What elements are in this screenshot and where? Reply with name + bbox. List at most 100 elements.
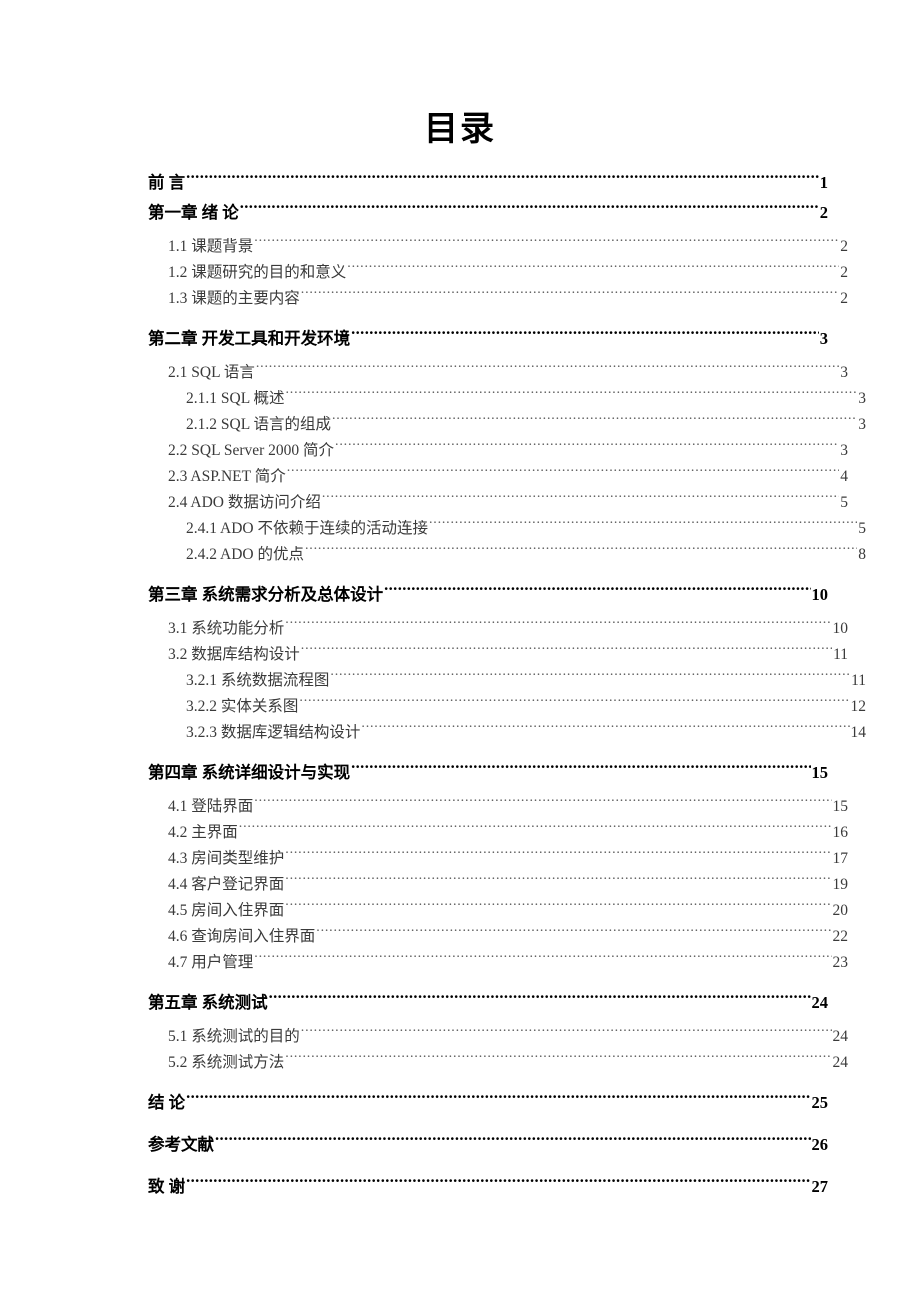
toc-entry[interactable]: 2.4.1 ADO 不依赖于连续的活动连接...................… xyxy=(186,516,866,542)
toc-dot-leader: ........................................… xyxy=(285,899,832,910)
toc-dot-leader: ........................................… xyxy=(384,583,811,595)
toc-entry[interactable]: 3.1 系统功能分析..............................… xyxy=(168,616,848,642)
toc-entry-label: 2.1 SQL 语言 xyxy=(168,364,255,381)
toc-page-number: 17 xyxy=(832,850,849,867)
toc-entry[interactable]: 第二章 开发工具和开发环境...........................… xyxy=(148,324,828,354)
toc-entry-label: 3.2.3 数据库逻辑结构设计 xyxy=(186,724,361,741)
toc-page-number: 11 xyxy=(833,646,848,663)
toc-page-number: 4 xyxy=(840,468,848,485)
toc-dot-leader: ........................................… xyxy=(238,821,832,832)
toc-dot-leader: ........................................… xyxy=(428,517,857,528)
toc-page-number: 2 xyxy=(840,290,848,307)
toc-page-number: 2 xyxy=(840,264,848,281)
document-page: 目录 前 言..................................… xyxy=(0,0,920,1302)
toc-entry[interactable]: 4.7 用户管理................................… xyxy=(168,950,848,976)
toc-entry[interactable]: 5.2 系统测试方法..............................… xyxy=(168,1050,848,1076)
toc-page-number: 11 xyxy=(851,672,866,689)
toc-entry-label: 1.2 课题研究的目的和意义 xyxy=(168,264,347,281)
toc-page-number: 10 xyxy=(811,585,829,604)
toc-entry[interactable]: 3.2 数据库结构设计.............................… xyxy=(168,642,848,668)
toc-page-number: 25 xyxy=(811,1093,829,1112)
toc-entry[interactable]: 4.6 查询房间入住界面............................… xyxy=(168,924,848,950)
toc-entry[interactable]: 3.2.3 数据库逻辑结构设计.........................… xyxy=(186,720,866,746)
toc-entry[interactable]: 1.2 课题研究的目的和意义..........................… xyxy=(168,260,848,286)
toc-entry[interactable]: 2.1 SQL 语言..............................… xyxy=(168,360,848,386)
toc-entry-label: 3.1 系统功能分析 xyxy=(168,620,285,637)
toc-entry[interactable]: 4.3 房间类型维护..............................… xyxy=(168,846,848,872)
toc-entry-label: 3.2.2 实体关系图 xyxy=(186,698,299,715)
toc-dot-leader: ........................................… xyxy=(186,1091,811,1103)
toc-entry[interactable]: 5.1 系统测试的目的.............................… xyxy=(168,1024,848,1050)
toc-entry-label: 4.1 登陆界面 xyxy=(168,798,254,815)
toc-entry[interactable]: 1.3 课题的主要内容.............................… xyxy=(168,286,848,312)
toc-dot-leader: ........................................… xyxy=(331,413,858,424)
toc-page-number: 10 xyxy=(832,620,849,637)
toc-page-number: 1 xyxy=(819,173,828,192)
toc-entry[interactable]: 致 谢.....................................… xyxy=(148,1172,828,1202)
toc-dot-leader: ........................................… xyxy=(255,361,839,372)
toc-entry[interactable]: 4.4 客户登记界面..............................… xyxy=(168,872,848,898)
toc-dot-leader: ........................................… xyxy=(304,543,858,554)
toc-page-number: 16 xyxy=(832,824,849,841)
toc-dot-leader: ........................................… xyxy=(239,201,819,213)
toc-dot-leader: ........................................… xyxy=(285,1051,832,1062)
toc-entry[interactable]: 2.1.2 SQL 语言的组成.........................… xyxy=(186,412,866,438)
toc-dot-leader: ........................................… xyxy=(351,327,819,339)
toc-entry-label: 2.1.2 SQL 语言的组成 xyxy=(186,416,331,433)
toc-dot-leader: ........................................… xyxy=(300,1025,832,1036)
toc-page-number: 5 xyxy=(858,520,866,537)
toc-dot-leader: ........................................… xyxy=(285,387,858,398)
toc-entry[interactable]: 2.2 SQL Server 2000 简介..................… xyxy=(168,438,848,464)
toc-dot-leader: ........................................… xyxy=(268,991,811,1003)
toc-page-number: 3 xyxy=(819,329,828,348)
toc-entry-label: 2.4 ADO 数据访问介绍 xyxy=(168,494,321,511)
toc-entry[interactable]: 2.4.2 ADO 的优点...........................… xyxy=(186,542,866,568)
toc-page-number: 24 xyxy=(832,1054,849,1071)
toc-entry-label: 2.3 ASP.NET 简介 xyxy=(168,468,286,485)
toc-entry-label: 4.4 客户登记界面 xyxy=(168,876,285,893)
toc-entry[interactable]: 前 言.....................................… xyxy=(148,168,828,198)
toc-dot-leader: ........................................… xyxy=(285,847,832,858)
toc-dot-leader: ........................................… xyxy=(361,721,849,732)
toc-entry[interactable]: 4.1 登陆界面................................… xyxy=(168,794,848,820)
toc-entry[interactable]: 1.1 课题背景................................… xyxy=(168,234,848,260)
toc-entry-label: 2.2 SQL Server 2000 简介 xyxy=(168,442,335,459)
toc-dot-leader: ........................................… xyxy=(347,261,839,272)
toc-entry-label: 4.6 查询房间入住界面 xyxy=(168,928,316,945)
toc-dot-leader: ........................................… xyxy=(254,235,840,246)
toc-entry[interactable]: 2.3 ASP.NET 简介..........................… xyxy=(168,464,848,490)
toc-entry[interactable]: 4.5 房间入住界面..............................… xyxy=(168,898,848,924)
toc-entry-label: 5.2 系统测试方法 xyxy=(168,1054,285,1071)
toc-entry[interactable]: 4.2 主界面.................................… xyxy=(168,820,848,846)
toc-entry[interactable]: 2.1.1 SQL 概述............................… xyxy=(186,386,866,412)
toc-page-number: 2 xyxy=(840,238,848,255)
toc-entry[interactable]: 3.2.1 系统数据流程图...........................… xyxy=(186,668,866,694)
table-of-contents: 前 言.....................................… xyxy=(148,168,866,1202)
toc-entry-label: 3.2.1 系统数据流程图 xyxy=(186,672,330,689)
toc-entry[interactable]: 3.2.2 实体关系图.............................… xyxy=(186,694,866,720)
toc-page-number: 22 xyxy=(832,928,849,945)
toc-entry[interactable]: 第五章 系统测试................................… xyxy=(148,988,828,1018)
toc-dot-leader: ........................................… xyxy=(254,951,831,962)
toc-dot-leader: ........................................… xyxy=(335,439,840,450)
toc-entry-label: 第一章 绪 论 xyxy=(148,203,239,222)
toc-entry[interactable]: 第一章 绪 论.................................… xyxy=(148,198,828,228)
toc-entry-label: 第二章 开发工具和开发环境 xyxy=(148,329,351,348)
toc-entry[interactable]: 第三章 系统需求分析及总体设计.........................… xyxy=(148,580,828,610)
toc-entry[interactable]: 2.4 ADO 数据访问介绍..........................… xyxy=(168,490,848,516)
toc-entry[interactable]: 第四章 系统详细设计与实现...........................… xyxy=(148,758,828,788)
toc-page-number: 27 xyxy=(811,1177,829,1196)
toc-entry[interactable]: 结 论.....................................… xyxy=(148,1088,828,1118)
toc-dot-leader: ........................................… xyxy=(186,1175,811,1187)
toc-entry-label: 2.4.1 ADO 不依赖于连续的活动连接 xyxy=(186,520,428,537)
toc-entry-label: 第五章 系统测试 xyxy=(148,993,268,1012)
toc-entry-label: 第三章 系统需求分析及总体设计 xyxy=(148,585,384,604)
toc-dot-leader: ........................................… xyxy=(254,795,831,806)
toc-dot-leader: ........................................… xyxy=(321,491,840,502)
toc-entry-label: 结 论 xyxy=(148,1093,186,1112)
toc-page-number: 20 xyxy=(832,902,849,919)
toc-dot-leader: ........................................… xyxy=(186,171,819,183)
toc-dot-leader: ........................................… xyxy=(286,465,840,476)
toc-entry-label: 第四章 系统详细设计与实现 xyxy=(148,763,351,782)
toc-entry[interactable]: 参考文献....................................… xyxy=(148,1130,828,1160)
